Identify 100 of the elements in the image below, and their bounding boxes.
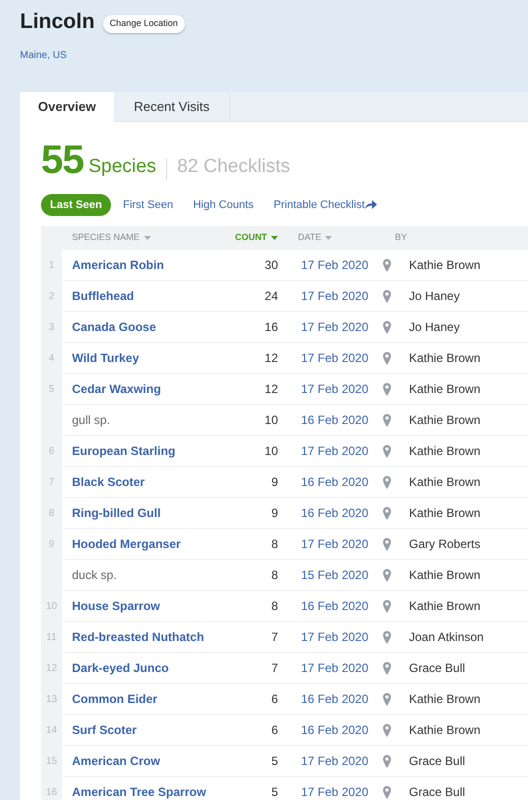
species-name[interactable]: gull sp.	[72, 413, 110, 427]
observer-name: Kathie Brown	[409, 505, 480, 522]
map-pin-icon[interactable]	[383, 600, 391, 612]
date-link[interactable]: 16 Feb 2020	[301, 723, 368, 737]
map-pin-icon[interactable]	[383, 382, 391, 396]
observer-name: Kathie Brown	[409, 691, 480, 708]
species-name[interactable]: Bufflehead	[72, 289, 134, 303]
column-header[interactable]: DATE	[298, 231, 322, 245]
date-link[interactable]: 17 Feb 2020	[301, 382, 368, 396]
date-link[interactable]: 15 Feb 2020	[301, 568, 368, 582]
date-link[interactable]: 16 Feb 2020	[301, 475, 368, 489]
tab[interactable]: Overview	[20, 92, 114, 122]
row-number-cell: 14	[41, 715, 62, 746]
count-cell-text: 10	[264, 443, 278, 460]
row-number-cell: 13	[41, 684, 62, 715]
count-cell-text: 10	[264, 412, 278, 429]
observer-name: Joan Atkinson	[409, 629, 484, 646]
map-pin-icon[interactable]	[383, 662, 391, 674]
species-name[interactable]: American Crow	[72, 754, 160, 768]
map-pin-icon[interactable]	[383, 320, 391, 334]
column-header[interactable]: COUNT	[235, 231, 267, 245]
filter-tab[interactable]: High Counts	[185, 194, 262, 216]
species-name[interactable]: Dark-eyed Junco	[72, 661, 169, 675]
row-number-cell: 6	[41, 436, 62, 467]
date-link[interactable]: 17 Feb 2020	[301, 444, 368, 458]
row-number-cell: 2	[41, 281, 62, 312]
filter-tab[interactable]: Last Seen	[41, 194, 111, 216]
map-pin-icon[interactable]	[383, 630, 391, 644]
species-name[interactable]: duck sp.	[72, 568, 117, 582]
row-number-cell: 10	[41, 591, 62, 622]
date-link[interactable]: 17 Feb 2020	[301, 754, 368, 768]
observer-name: Kathie Brown	[409, 257, 480, 274]
row-number-cell: 5	[41, 374, 62, 405]
species-name[interactable]: Hooded Merganser	[72, 537, 181, 551]
count-cell-text: 9	[271, 474, 278, 491]
row-number-cell: 16	[41, 777, 62, 800]
observer-name: Kathie Brown	[409, 474, 480, 491]
date-link[interactable]: 16 Feb 2020	[301, 692, 368, 706]
filter-tab[interactable]: Printable Checklist	[266, 194, 385, 216]
column-header[interactable]: SPECIES NAME	[72, 231, 140, 245]
column-header: BY	[395, 231, 408, 244]
species-name[interactable]: Wild Turkey	[72, 351, 140, 365]
count-cell-text: 6	[271, 722, 278, 739]
date-link[interactable]: 17 Feb 2020	[301, 661, 368, 675]
observer-name: Kathie Brown	[409, 567, 480, 584]
count-cell-text: 7	[271, 660, 278, 677]
species-count: 55	[41, 140, 84, 180]
date-link[interactable]: 17 Feb 2020	[301, 785, 368, 799]
species-name[interactable]: Cedar Waxwing	[72, 382, 161, 396]
filter-tab[interactable]: First Seen	[114, 194, 182, 216]
observer-name: Grace Bull	[409, 784, 466, 800]
map-pin-icon[interactable]	[383, 538, 391, 550]
species-name[interactable]: Common Eider	[72, 692, 158, 706]
map-pin-icon[interactable]	[383, 754, 391, 768]
count-cell-text: 8	[271, 598, 278, 615]
location-title: Lincoln	[20, 9, 95, 35]
species-name[interactable]: Black Scoter	[72, 475, 145, 489]
date-link[interactable]: 16 Feb 2020	[301, 413, 368, 427]
map-pin-icon[interactable]	[383, 352, 391, 364]
species-name[interactable]: European Starling	[72, 444, 176, 458]
observer-name: Kathie Brown	[409, 722, 480, 739]
species-name[interactable]: American Robin	[72, 258, 164, 272]
tab[interactable]: Recent Visits	[114, 92, 230, 122]
region-link[interactable]: Maine, US	[20, 50, 67, 60]
species-name[interactable]: Red-breasted Nuthatch	[72, 630, 204, 644]
map-pin-icon[interactable]	[383, 724, 391, 736]
count-cell-text: 16	[264, 319, 278, 336]
date-link[interactable]: 17 Feb 2020	[301, 289, 368, 303]
date-link[interactable]: 17 Feb 2020	[301, 258, 368, 272]
species-label: Species	[88, 155, 156, 179]
map-pin-icon[interactable]	[383, 786, 391, 798]
date-link[interactable]: 17 Feb 2020	[301, 320, 368, 334]
row-number-cell: 3	[41, 312, 62, 343]
observer-name: Gary Roberts	[409, 536, 480, 553]
map-pin-icon[interactable]	[383, 258, 391, 272]
observer-name: Kathie Brown	[409, 381, 480, 398]
map-pin-icon[interactable]	[383, 290, 391, 302]
observer-name: Jo Haney	[409, 288, 460, 305]
count-cell-text: 30	[264, 257, 278, 274]
map-pin-icon[interactable]	[383, 568, 391, 582]
species-name[interactable]: House Sparrow	[72, 599, 160, 613]
observer-name: Grace Bull	[409, 660, 466, 677]
count-cell-text: 7	[271, 629, 278, 646]
map-pin-icon[interactable]	[383, 414, 391, 426]
date-link[interactable]: 17 Feb 2020	[301, 630, 368, 644]
map-pin-icon[interactable]	[383, 476, 391, 488]
map-pin-icon[interactable]	[383, 692, 391, 706]
map-pin-icon[interactable]	[383, 444, 391, 458]
species-name[interactable]: Surf Scoter	[72, 723, 137, 737]
map-pin-icon[interactable]	[383, 506, 391, 520]
count-cell-text: 12	[264, 381, 278, 398]
change-location-button[interactable]: Change Location	[102, 15, 185, 32]
species-name[interactable]: American Tree Sparrow	[72, 785, 206, 799]
species-name[interactable]: Canada Goose	[72, 320, 156, 334]
date-link[interactable]: 17 Feb 2020	[301, 537, 368, 551]
species-name[interactable]: Ring-billed Gull	[72, 506, 161, 520]
date-link[interactable]: 16 Feb 2020	[301, 506, 368, 520]
date-link[interactable]: 16 Feb 2020	[301, 599, 368, 613]
date-link[interactable]: 17 Feb 2020	[301, 351, 368, 365]
row-number-cell: 12	[41, 653, 62, 684]
